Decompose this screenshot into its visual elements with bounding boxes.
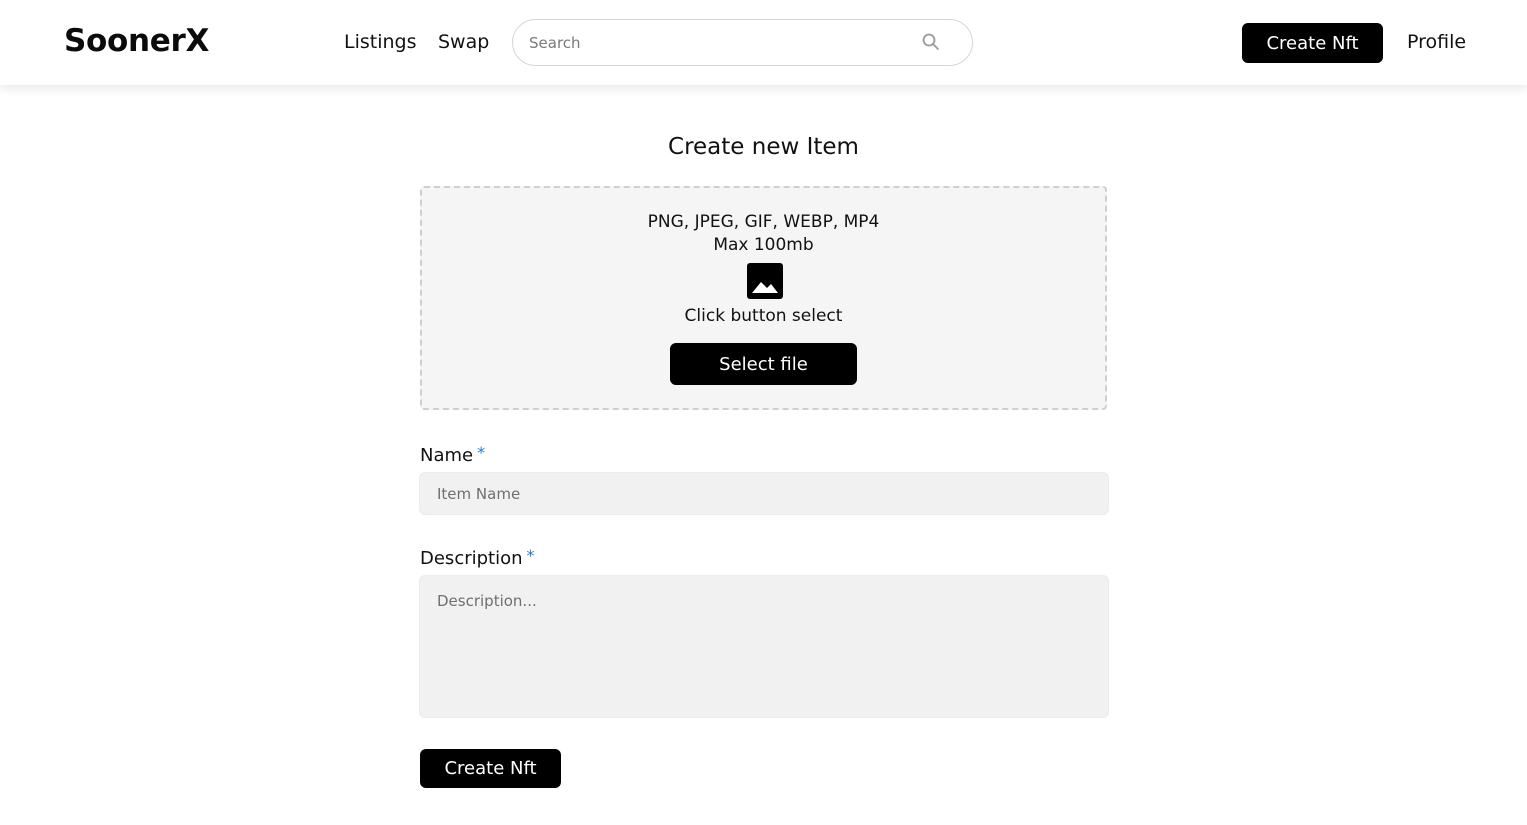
select-file-button[interactable]: Select file — [670, 343, 857, 385]
dropzone-hint-text: Click button select — [684, 306, 843, 326]
search-icon[interactable] — [921, 32, 941, 52]
site-logo[interactable]: SoonerX — [64, 23, 209, 59]
nav-link-swap[interactable]: Swap — [438, 31, 489, 53]
description-textarea[interactable] — [419, 575, 1109, 718]
create-nft-submit-button[interactable]: Create Nft — [420, 749, 561, 788]
image-icon — [747, 263, 783, 299]
required-marker: * — [477, 443, 486, 462]
name-label-text: Name — [420, 445, 474, 466]
top-navbar: SoonerX Listings Swap Create Nft Profile — [0, 0, 1527, 85]
page-title: Create new Item — [668, 134, 859, 160]
name-label: Name * — [420, 443, 485, 466]
file-dropzone[interactable]: PNG, JPEG, GIF, WEBP, MP4 Max 100mb Clic… — [420, 186, 1107, 410]
search-input[interactable] — [529, 30, 919, 56]
nav-link-listings[interactable]: Listings — [344, 31, 417, 53]
description-label-text: Description — [420, 548, 523, 569]
required-marker: * — [526, 546, 535, 565]
header-create-nft-button[interactable]: Create Nft — [1242, 23, 1383, 63]
search-bar — [512, 19, 973, 66]
accepted-formats-text: PNG, JPEG, GIF, WEBP, MP4 — [647, 212, 880, 232]
description-label: Description * — [420, 546, 535, 569]
item-name-input[interactable] — [419, 472, 1109, 515]
nav-link-profile[interactable]: Profile — [1407, 31, 1466, 53]
max-size-text: Max 100mb — [713, 235, 814, 255]
